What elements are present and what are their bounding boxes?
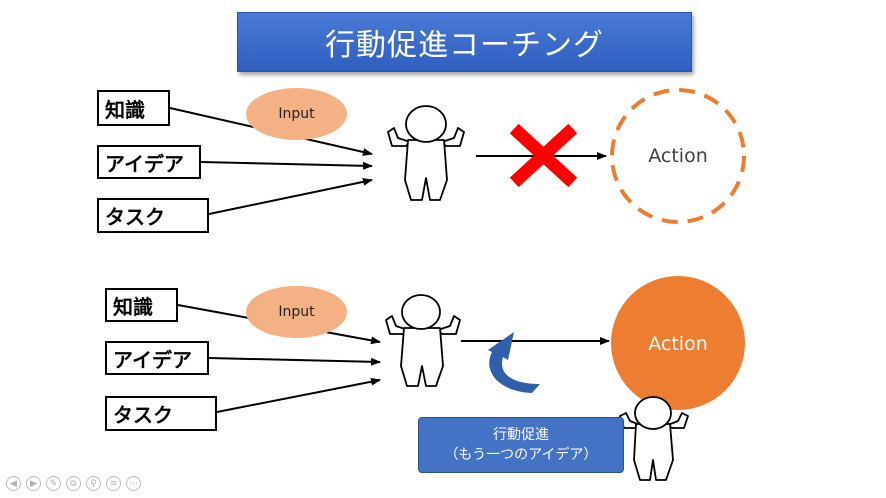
- person-figure-top: [387, 105, 465, 201]
- top-label-task: タスク: [97, 198, 209, 233]
- menu-icon[interactable]: ≡: [106, 476, 121, 491]
- slideshow-toolbar: ◀ ▶ ✎ ⧉ ⚲ ≡ ⋯: [6, 476, 141, 491]
- prompt-box: 行動促進 （もう一つのアイデア）: [418, 417, 624, 473]
- top-action-label: Action: [648, 145, 708, 167]
- bottom-label-knowledge: 知識: [105, 288, 178, 322]
- bottom-action-label: Action: [648, 333, 708, 355]
- slide: 行動促進コーチング Action Action 知識 アイデア タスク Inpu…: [0, 0, 886, 498]
- more-icon[interactable]: ⋯: [126, 476, 141, 491]
- top-label-idea: アイデア: [97, 145, 201, 179]
- bottom-arrow-task: [216, 377, 381, 413]
- top-arrow-task: [208, 177, 373, 215]
- top-label-knowledge: 知識: [97, 90, 170, 126]
- bottom-arrow-idea: [208, 357, 381, 366]
- next-icon[interactable]: ▶: [26, 476, 41, 491]
- prompt-line-2: （もう一つのアイデア）: [444, 447, 598, 463]
- bottom-label-task: タスク: [105, 396, 217, 431]
- top-input-oval: Input: [246, 88, 347, 140]
- top-arrow-idea: [200, 161, 373, 170]
- prev-icon[interactable]: ◀: [6, 476, 21, 491]
- bottom-input-oval: Input: [246, 286, 347, 338]
- person-figure-bottom: [385, 294, 461, 387]
- zoom-icon[interactable]: ⚲: [86, 476, 101, 491]
- pen-icon[interactable]: ✎: [46, 476, 61, 491]
- copy-icon[interactable]: ⧉: [66, 476, 81, 491]
- bottom-label-idea: アイデア: [105, 341, 209, 375]
- prompt-line-1: 行動促進: [493, 427, 549, 443]
